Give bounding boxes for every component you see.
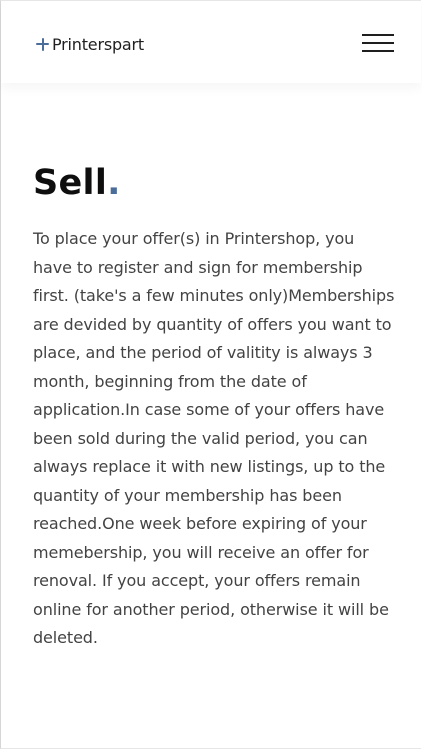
- sell-description: To place your offer(s) in Printershop, y…: [33, 229, 395, 647]
- page-title-text: Sell: [33, 163, 108, 203]
- plus-icon: [36, 37, 49, 51]
- menu-bar-bottom: [362, 50, 394, 52]
- page-title: Sell.: [33, 160, 121, 206]
- logo-text: Printerspart: [52, 34, 144, 54]
- hamburger-menu-icon[interactable]: [362, 34, 394, 52]
- site-header: Printerspart: [1, 1, 421, 83]
- site-logo[interactable]: Printerspart: [36, 32, 144, 56]
- menu-bar-middle: [362, 42, 394, 44]
- menu-bar-top: [362, 34, 394, 36]
- title-accent-dot: .: [107, 163, 121, 203]
